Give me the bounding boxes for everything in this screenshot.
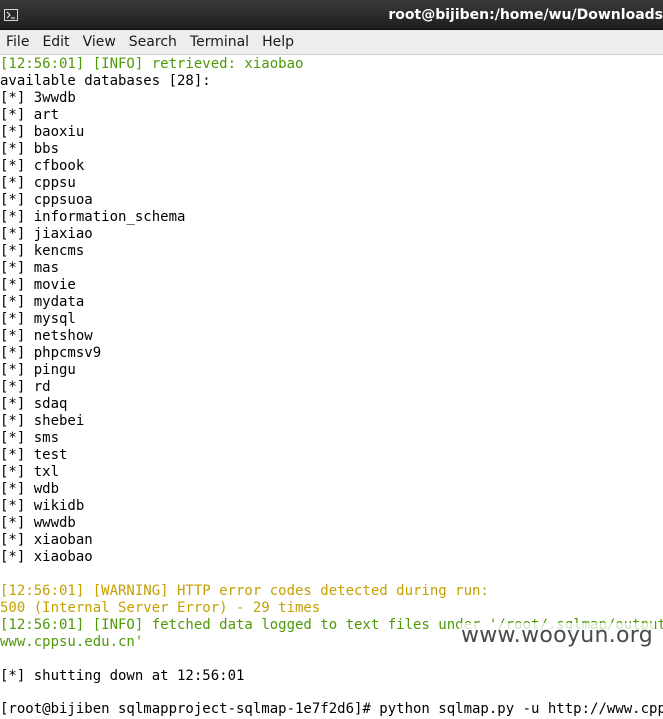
- terminal-output[interactable]: [12:56:01] [INFO] retrieved: xiaobao avai…: [0, 55, 663, 719]
- terminal-line: [12:56:01] [INFO] retrieved: xiaobao: [0, 56, 304, 72]
- terminal-line: [*] information_schema: [0, 209, 186, 225]
- terminal-line: [*] jiaxiao: [0, 226, 93, 242]
- terminal-line: [*] cppsu: [0, 175, 76, 191]
- terminal-line: [*] phpcmsv9: [0, 345, 102, 361]
- menu-file[interactable]: File: [0, 34, 36, 50]
- terminal-line: [*] mas: [0, 260, 60, 276]
- terminal-line: [*] wdb: [0, 481, 60, 497]
- terminal-icon[interactable]: [4, 9, 18, 21]
- terminal-line: [*] sms: [0, 430, 60, 446]
- terminal-line: [12:56:01] [WARNING] HTTP error codes de…: [0, 583, 489, 599]
- terminal-line: 500 (Internal Server Error) - 29 times: [0, 600, 321, 616]
- terminal-line: [*] txl: [0, 464, 60, 480]
- menu-help[interactable]: Help: [256, 34, 301, 50]
- terminal-line: [*] mydata: [0, 294, 85, 310]
- terminal-line: [*] netshow: [0, 328, 93, 344]
- menu-terminal[interactable]: Terminal: [184, 34, 256, 50]
- window-titlebar[interactable]: root@bijiben:/home/wu/Downloads: [0, 0, 663, 30]
- terminal-line: [*] mysql: [0, 311, 76, 327]
- terminal-line: [*] baoxiu: [0, 124, 85, 140]
- command-prompt[interactable]: [root@bijiben sqlmapproject-sqlmap-1e7f2…: [0, 701, 663, 718]
- menu-edit[interactable]: Edit: [36, 34, 76, 50]
- menu-search[interactable]: Search: [123, 34, 184, 50]
- terminal-line: [*] wwwdb: [0, 515, 76, 531]
- terminal-line: [*] test: [0, 447, 68, 463]
- terminal-line: [*] xiaoban: [0, 532, 93, 548]
- terminal-line: [*] rd: [0, 379, 51, 395]
- terminal-line: available databases [28]:: [0, 73, 211, 89]
- terminal-line: [*] wikidb: [0, 498, 85, 514]
- watermark: www.wooyun.org: [458, 623, 655, 648]
- terminal-line: [*] 3wwdb: [0, 90, 76, 106]
- menu-bar: File Edit View Search Terminal Help: [0, 30, 663, 55]
- terminal-line: [*] cppsuoa: [0, 192, 93, 208]
- terminal-line: [*] kencms: [0, 243, 85, 259]
- window-title: root@bijiben:/home/wu/Downloads: [388, 7, 663, 23]
- terminal-line: [*] pingu: [0, 362, 76, 378]
- terminal-line: [*] sdaq: [0, 396, 68, 412]
- terminal-line: [*] art: [0, 107, 60, 123]
- terminal-lines: [12:56:01] [INFO] retrieved: xiaobao avai…: [0, 56, 663, 685]
- terminal-line: [*] bbs: [0, 141, 60, 157]
- menu-view[interactable]: View: [77, 34, 123, 50]
- terminal-line: [*] xiaobao: [0, 549, 93, 565]
- terminal-line: [*] cfbook: [0, 158, 85, 174]
- terminal-line: [*] movie: [0, 277, 76, 293]
- terminal-line: [*] shebei: [0, 413, 85, 429]
- terminal-line: [*] shutting down at 12:56:01: [0, 668, 245, 684]
